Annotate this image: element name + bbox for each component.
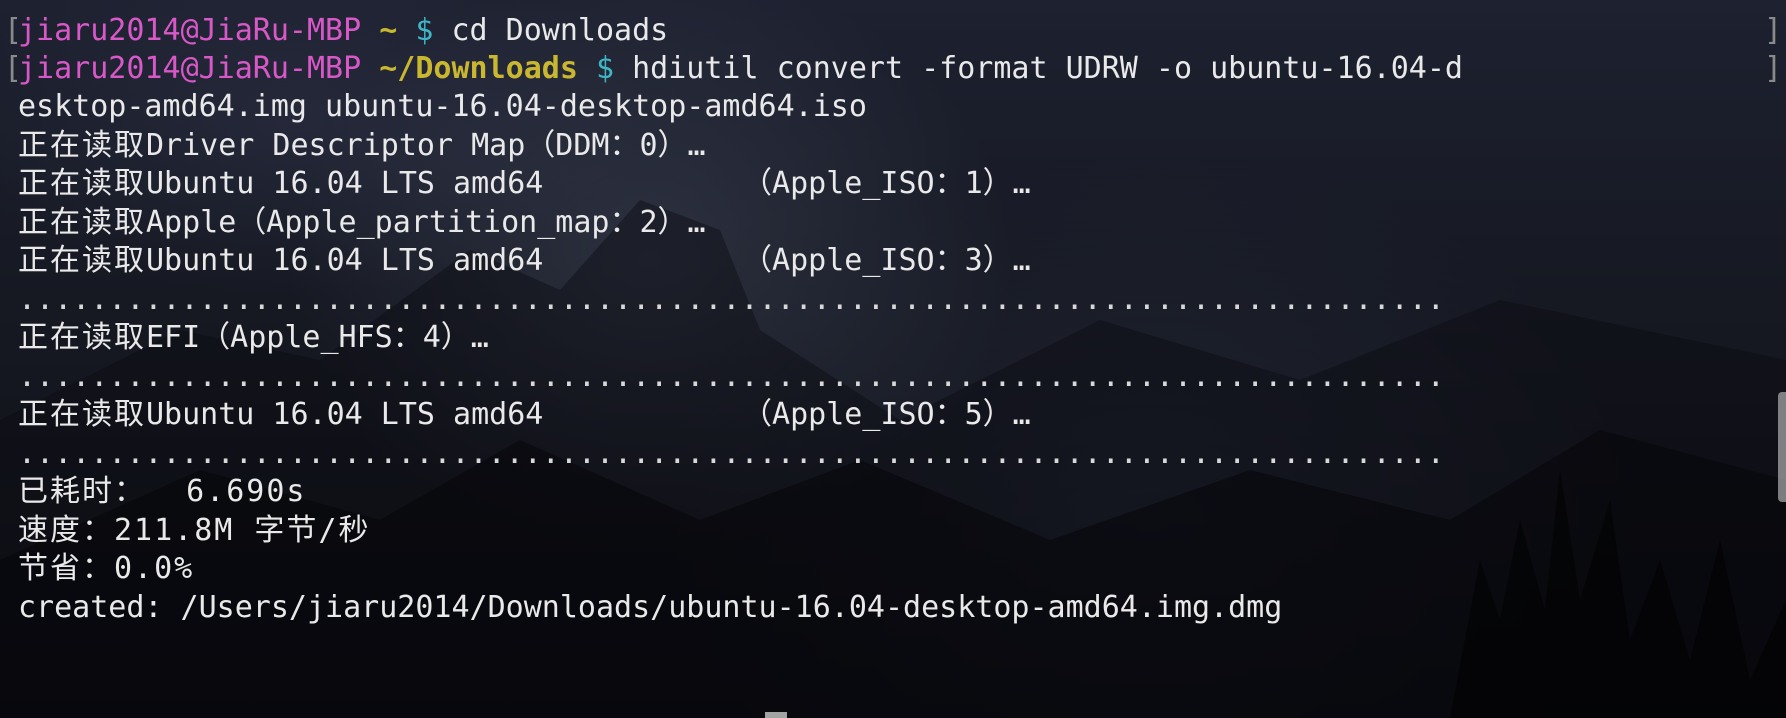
prompt-cwd: ~/Downloads bbox=[379, 51, 578, 86]
output-line: 正在读取EFI（Apple_HFS：4）… bbox=[18, 319, 489, 357]
reading-prefix: 正在读取 bbox=[18, 320, 146, 355]
command-text: cd Downloads bbox=[451, 13, 669, 48]
output-text: Ubuntu 16.04 LTS amd64 （Apple_ISO：3）… bbox=[146, 243, 1031, 278]
prompt-at: @ bbox=[180, 13, 199, 48]
output-line: 正在读取Ubuntu 16.04 LTS amd64 （Apple_ISO：5）… bbox=[18, 396, 1031, 434]
terminal-window[interactable]: ▔▔ ▔▔ [ jiaru2014@JiaRu-MBP ~ $ cd Downl… bbox=[0, 0, 1786, 718]
output-text: Apple（Apple_partition_map：2）… bbox=[146, 205, 706, 240]
prompt-cwd: ~ bbox=[379, 13, 398, 48]
speed-stat: 速度：211.8M 字节/秒 bbox=[18, 513, 371, 548]
reading-prefix: 正在读取 bbox=[18, 166, 146, 201]
created-path: created: /Users/jiaru2014/Downloads/ubun… bbox=[18, 590, 1283, 625]
prompt-user: jiaru2014 bbox=[18, 51, 181, 86]
progress-dots: ........................................… bbox=[18, 436, 1445, 471]
output-line: 正在读取Ubuntu 16.04 LTS amd64 （Apple_ISO：1）… bbox=[18, 165, 1031, 203]
output-line: 正在读取Ubuntu 16.04 LTS amd64 （Apple_ISO：3）… bbox=[18, 242, 1031, 280]
line-marker: ] bbox=[1763, 51, 1782, 86]
output-text: EFI（Apple_HFS：4）… bbox=[146, 320, 489, 355]
prompt-host: JiaRu-MBP bbox=[198, 13, 362, 48]
line-marker: ] bbox=[1763, 13, 1782, 48]
savings-stat: 节省：0.0% bbox=[18, 551, 195, 586]
prompt-line-2: jiaru2014@JiaRu-MBP ~/Downloads $ hdiuti… bbox=[18, 50, 1463, 88]
output-line: 正在读取Apple（Apple_partition_map：2）… bbox=[18, 204, 706, 242]
reading-prefix: 正在读取 bbox=[18, 243, 146, 278]
elapsed-time: 已耗时： 6.690s bbox=[18, 474, 307, 509]
prompt-dollar: $ bbox=[415, 13, 434, 48]
titlebar-fragment: ▔▔ ▔▔ bbox=[720, 0, 795, 15]
output-line: 正在读取Driver Descriptor Map（DDM：0）… bbox=[18, 127, 706, 165]
output-text: Ubuntu 16.04 LTS amd64 （Apple_ISO：5）… bbox=[146, 397, 1031, 432]
command-text: hdiutil convert -format UDRW -o ubuntu-1… bbox=[632, 51, 1463, 86]
scrollbar-thumb[interactable] bbox=[1778, 392, 1786, 502]
prompt-host: JiaRu-MBP bbox=[198, 51, 362, 86]
progress-dots: ........................................… bbox=[18, 359, 1445, 394]
command-continuation: esktop-amd64.img ubuntu-16.04-desktop-am… bbox=[18, 89, 867, 124]
prompt-dollar: $ bbox=[596, 51, 615, 86]
prompt-at: @ bbox=[180, 51, 199, 86]
progress-dots: ........................................… bbox=[18, 282, 1445, 317]
output-text: Ubuntu 16.04 LTS amd64 （Apple_ISO：1）… bbox=[146, 166, 1031, 201]
reading-prefix: 正在读取 bbox=[18, 128, 146, 163]
text-cursor bbox=[765, 712, 787, 718]
reading-prefix: 正在读取 bbox=[18, 397, 146, 432]
prompt-line-1: jiaru2014@JiaRu-MBP ~ $ cd Downloads bbox=[18, 12, 668, 50]
output-text: Driver Descriptor Map（DDM：0）… bbox=[146, 128, 706, 163]
prompt-user: jiaru2014 bbox=[18, 13, 181, 48]
reading-prefix: 正在读取 bbox=[18, 205, 146, 240]
